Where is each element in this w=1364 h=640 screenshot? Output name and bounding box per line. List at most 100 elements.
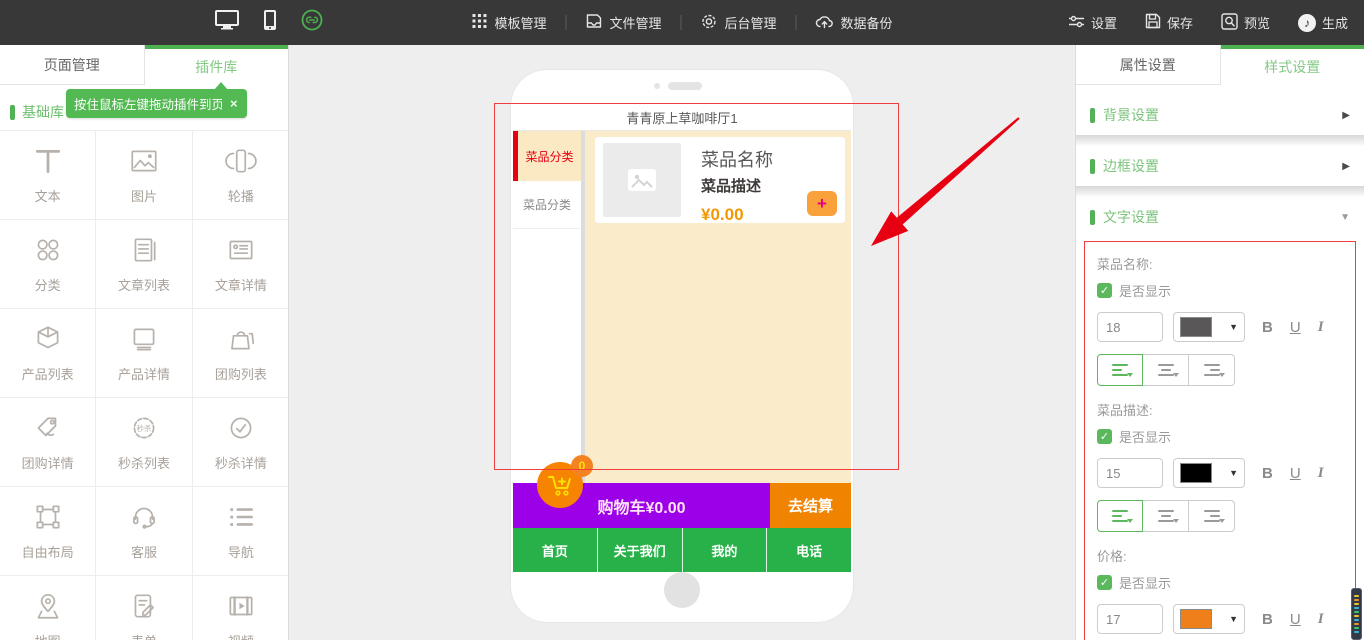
widget-groupbuy-detail[interactable]: 团购详情 [0,398,96,487]
bold-button[interactable]: B [1262,465,1273,482]
italic-button[interactable]: I [1318,465,1324,482]
color-dropdown[interactable]: ▼ [1173,312,1245,342]
desktop-preview-icon[interactable] [215,10,239,35]
align-center-button[interactable] [1143,354,1189,386]
widget-article-detail[interactable]: 文章详情 [193,220,289,309]
section-marker [10,105,15,120]
widget-category[interactable]: 分类 [0,220,96,309]
menu-data-backup[interactable]: 数据备份 [816,13,893,32]
show-checkbox[interactable]: ✓ [1097,575,1112,590]
widget-text[interactable]: 文本 [0,131,96,220]
color-dropdown[interactable]: ▼ [1173,604,1245,634]
widget-image[interactable]: 图片 [96,131,192,220]
add-to-cart-button[interactable]: + [807,191,837,216]
show-checkbox[interactable]: ✓ [1097,429,1112,444]
dish-name: 菜品名称 [701,146,773,172]
phone-mockup: 青青原上草咖啡厅1 菜品分类 菜品分类 菜品名称 菜品描述 [511,70,853,622]
menu-plugin-preview[interactable]: 菜品分类 菜品分类 菜品名称 菜品描述 ¥0.00 + [513,131,851,483]
phone-speaker [668,82,702,90]
preview-button[interactable]: 预览 [1221,13,1270,33]
generate-button[interactable]: ♪ 生成 [1298,13,1348,32]
underline-button[interactable]: U [1290,611,1301,628]
nav-item-home[interactable]: 首页 [513,528,598,572]
tab-page-manage[interactable]: 页面管理 [0,45,145,85]
dish-description: 菜品描述 [701,175,773,196]
font-controls-row: ▼ B U I [1097,458,1343,488]
widget-video[interactable]: 视频 [193,576,289,640]
nav-item-about[interactable]: 关于我们 [598,528,683,572]
link-icon[interactable] [301,9,323,36]
widget-flashsale-list[interactable]: 秒杀 秒杀列表 [96,398,192,487]
groupbuy-list-widget-icon [225,323,257,355]
align-left-button[interactable] [1097,500,1143,532]
widget-navigation[interactable]: 导航 [193,487,289,576]
section-text-settings[interactable]: 文字设置 ▼ [1076,197,1364,237]
underline-button[interactable]: U [1290,465,1301,482]
gear-icon [701,13,718,33]
bold-button[interactable]: B [1262,319,1273,336]
italic-button[interactable]: I [1318,319,1324,336]
widget-carousel[interactable]: 轮播 [193,131,289,220]
tooltip-close-icon[interactable]: × [228,96,240,111]
section-marker [1090,210,1095,225]
tab-plugin-library[interactable]: 插件库 [145,45,289,85]
font-size-input[interactable] [1097,458,1163,488]
tooltip-arrow [214,82,228,90]
menu-label: 文件管理 [609,13,661,32]
section-background-settings[interactable]: 背景设置 ▶ [1076,95,1364,135]
section-border-settings[interactable]: 边框设置 ▶ [1076,146,1364,186]
italic-button[interactable]: I [1318,611,1324,628]
save-button[interactable]: 保存 [1145,13,1193,32]
svg-text:秒杀: 秒杀 [137,423,152,433]
section-divider [1076,186,1364,197]
phone-camera-dot [654,83,660,89]
menu-label: 模板管理 [494,13,546,32]
file-icon [585,13,602,32]
show-toggle-row: ✓ 是否显示 [1097,427,1343,446]
font-size-input[interactable] [1097,604,1163,634]
font-size-input[interactable] [1097,312,1163,342]
menu-label: 数据备份 [841,13,893,32]
show-checkbox[interactable]: ✓ [1097,283,1112,298]
design-canvas[interactable]: 青青原上草咖啡厅1 菜品分类 菜品分类 菜品名称 菜品描述 [290,45,1075,640]
menu-template-manage[interactable]: 模板管理 [471,13,546,32]
color-dropdown[interactable]: ▼ [1173,458,1245,488]
settings-button[interactable]: 设置 [1068,13,1117,32]
underline-button[interactable]: U [1290,319,1301,336]
align-right-button[interactable] [1189,500,1235,532]
bold-button[interactable]: B [1262,611,1273,628]
tab-attribute-settings[interactable]: 属性设置 [1076,45,1221,85]
widget-free-layout[interactable]: 自由布局 [0,487,96,576]
font-controls-row: ▼ B U I [1097,312,1343,342]
dish-list-area: 菜品名称 菜品描述 ¥0.00 + [585,131,851,483]
align-right-button[interactable] [1189,354,1235,386]
align-center-button[interactable] [1143,500,1189,532]
customer-service-widget-icon [128,501,160,533]
align-caret [1127,373,1133,377]
widget-groupbuy-list[interactable]: 团购列表 [193,309,289,398]
widget-customer-service[interactable]: 客服 [96,487,192,576]
scrollbar-thumb-widget[interactable] [1351,588,1362,640]
dish-card[interactable]: 菜品名称 菜品描述 ¥0.00 + [595,137,845,223]
category-item[interactable]: 菜品分类 [513,181,581,229]
preview-icon [1221,13,1238,33]
widget-map[interactable]: 地图 [0,576,96,640]
widget-product-list[interactable]: 产品列表 [0,309,96,398]
cart-total[interactable]: 0 购物车¥0.00 [513,483,770,528]
category-item-active[interactable]: 菜品分类 [513,131,581,181]
checkout-button[interactable]: 去结算 [770,483,851,528]
menu-backend-manage[interactable]: 后台管理 [701,13,777,33]
mobile-preview-icon[interactable] [263,9,277,36]
menu-file-manage[interactable]: 文件管理 [585,13,661,32]
tab-style-settings[interactable]: 样式设置 [1221,45,1364,85]
align-left-button[interactable] [1097,354,1143,386]
app-title: 青青原上草咖啡厅1 [626,108,737,127]
nav-item-mine[interactable]: 我的 [683,528,768,572]
widget-article-list[interactable]: 文章列表 [96,220,192,309]
nav-item-phone[interactable]: 电话 [767,528,851,572]
widget-product-detail[interactable]: 产品详情 [96,309,192,398]
widget-flashsale-detail[interactable]: 秒杀详情 [193,398,289,487]
widget-form[interactable]: 表单 [96,576,192,640]
grid-icon [471,13,487,32]
video-widget-icon [225,590,257,622]
